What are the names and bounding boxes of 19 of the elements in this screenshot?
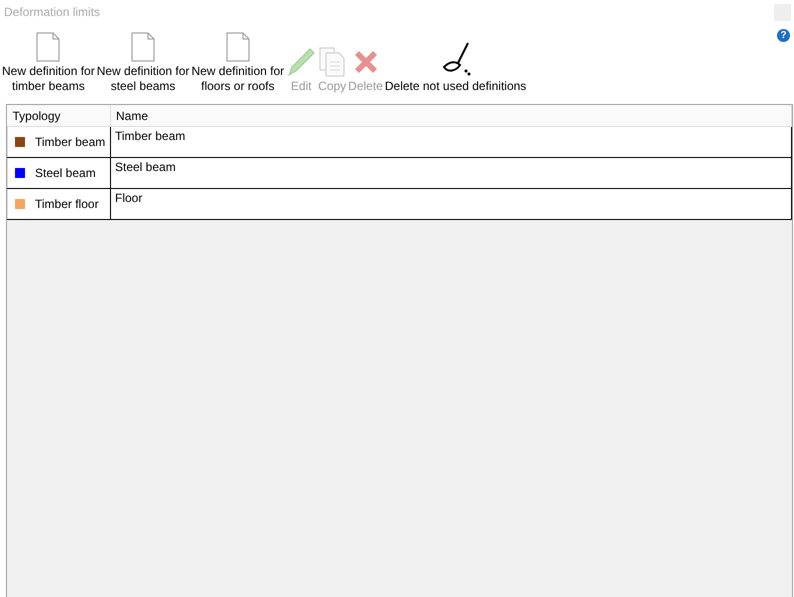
table-cell: Timber beam [110,126,792,158]
toolbar-button[interactable]: New definition for steel beams [96,32,190,94]
help-icon[interactable]: ? [777,29,790,42]
document-icon [226,32,250,62]
table-cell: Timber floor [8,188,110,220]
window-title: Deformation limits [3,4,102,21]
copy-icon [318,47,346,77]
document-icon [36,32,60,62]
column-header[interactable]: Typology [8,105,110,126]
toolbar-button[interactable]: New definition for floors or roofs [191,32,284,94]
column-header[interactable]: Name [110,105,792,126]
table-cell: Timber beam [8,126,110,158]
toolbar-button[interactable]: New definition for timber beams [2,32,95,94]
pencil-icon [286,47,316,77]
table-cell: Steel beam [8,158,110,188]
toolbar-button[interactable]: Delete not used definitions [384,41,526,94]
document-icon [131,32,156,62]
table-cell: Floor [110,188,792,220]
table-cell: Steel beam [110,158,792,188]
